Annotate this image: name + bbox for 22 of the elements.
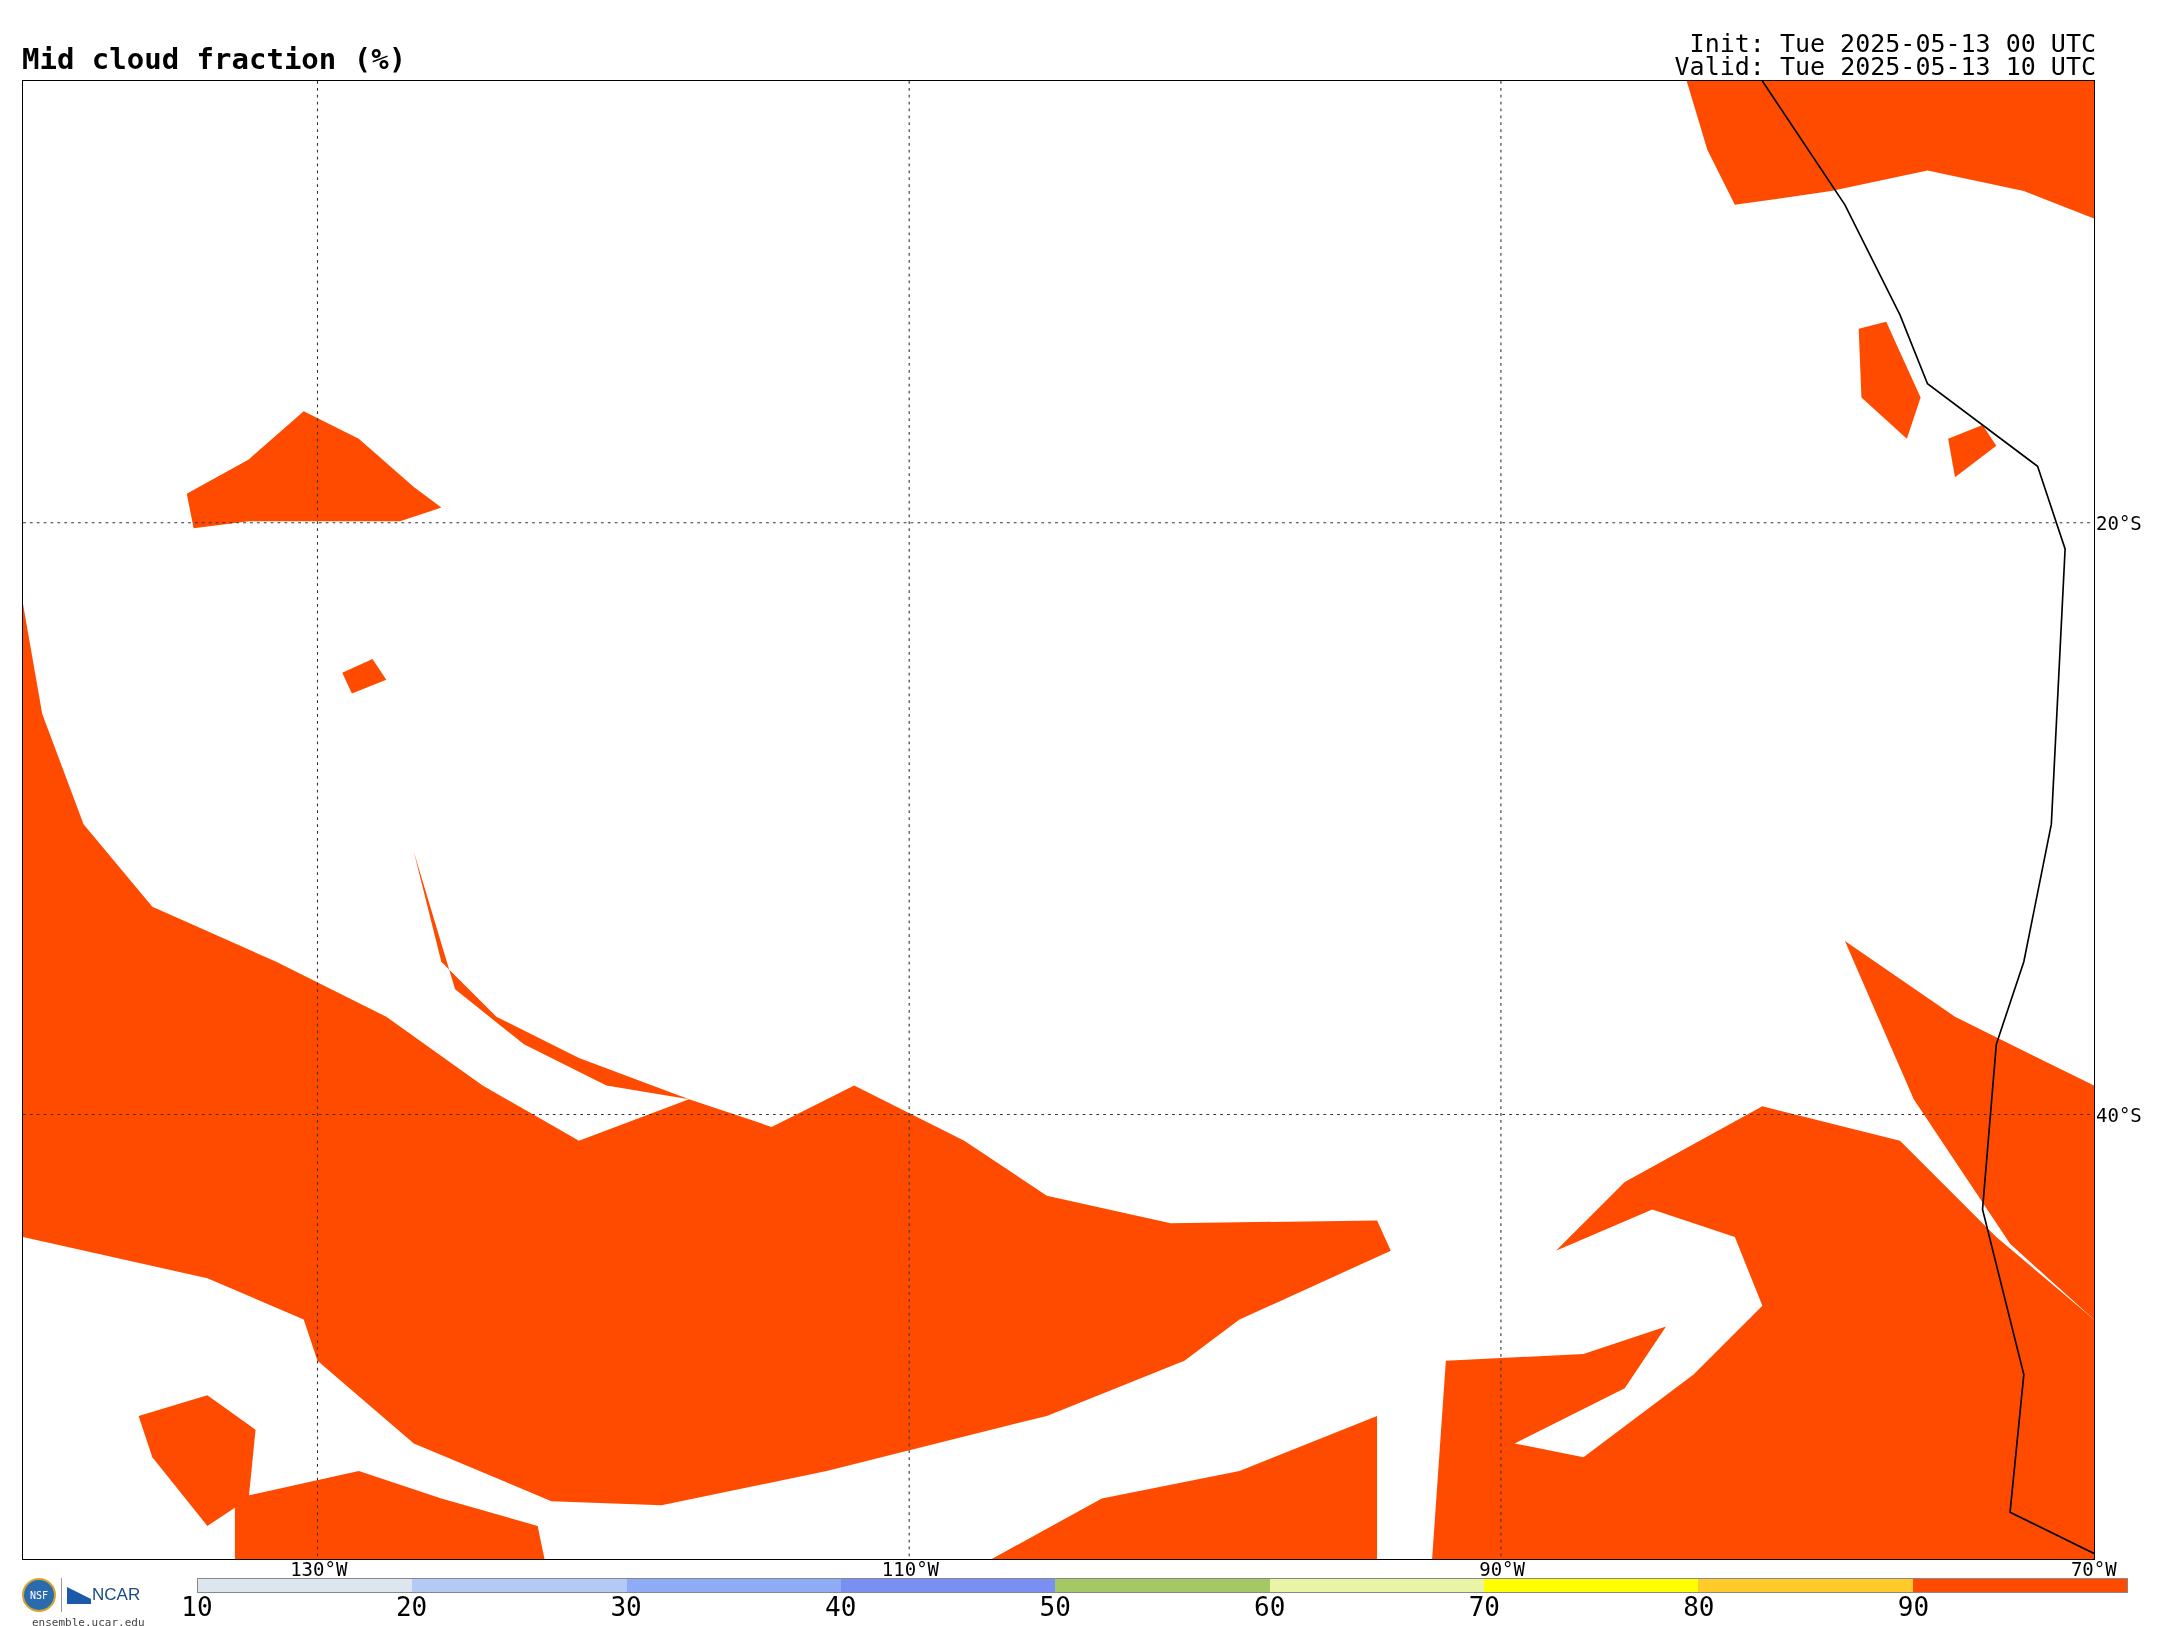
ncar-logo: NCAR bbox=[92, 1585, 141, 1605]
latitude-label: 40°S bbox=[2095, 1103, 2142, 1126]
scale-tick-label: 90 bbox=[1897, 1593, 1930, 1621]
scale-tick-label: 10 bbox=[181, 1593, 213, 1621]
scale-tick-label: 30 bbox=[610, 1593, 642, 1621]
longitude-label: 90°W bbox=[1479, 1559, 1525, 1579]
scale-tick-label: 70 bbox=[1468, 1593, 1500, 1621]
scale-tick-label: 80 bbox=[1683, 1593, 1715, 1621]
longitude-label: 130°W bbox=[290, 1559, 348, 1579]
scale-tick-label: 50 bbox=[1039, 1593, 1071, 1621]
nsf-logo: NSF bbox=[22, 1578, 56, 1612]
ncar-logo-icon bbox=[67, 1586, 91, 1604]
longitude-label: 70°W bbox=[2070, 1559, 2117, 1579]
scale-tick-label: 60 bbox=[1254, 1593, 1286, 1621]
latitude-label: 20°S bbox=[2095, 512, 2142, 535]
scale-tick-label: 20 bbox=[395, 1593, 428, 1621]
init-time: Init: Tue 2025-05-13 00 UTC bbox=[1689, 32, 2096, 55]
scale-tick-label: 40 bbox=[825, 1593, 857, 1621]
valid-time: Valid: Tue 2025-05-13 10 UTC bbox=[1674, 55, 2096, 78]
chart-title: Mid cloud fraction (%) bbox=[22, 42, 407, 78]
website-url: ensemble.ucar.edu bbox=[31, 1616, 146, 1626]
longitude-label: 110°W bbox=[881, 1559, 939, 1579]
